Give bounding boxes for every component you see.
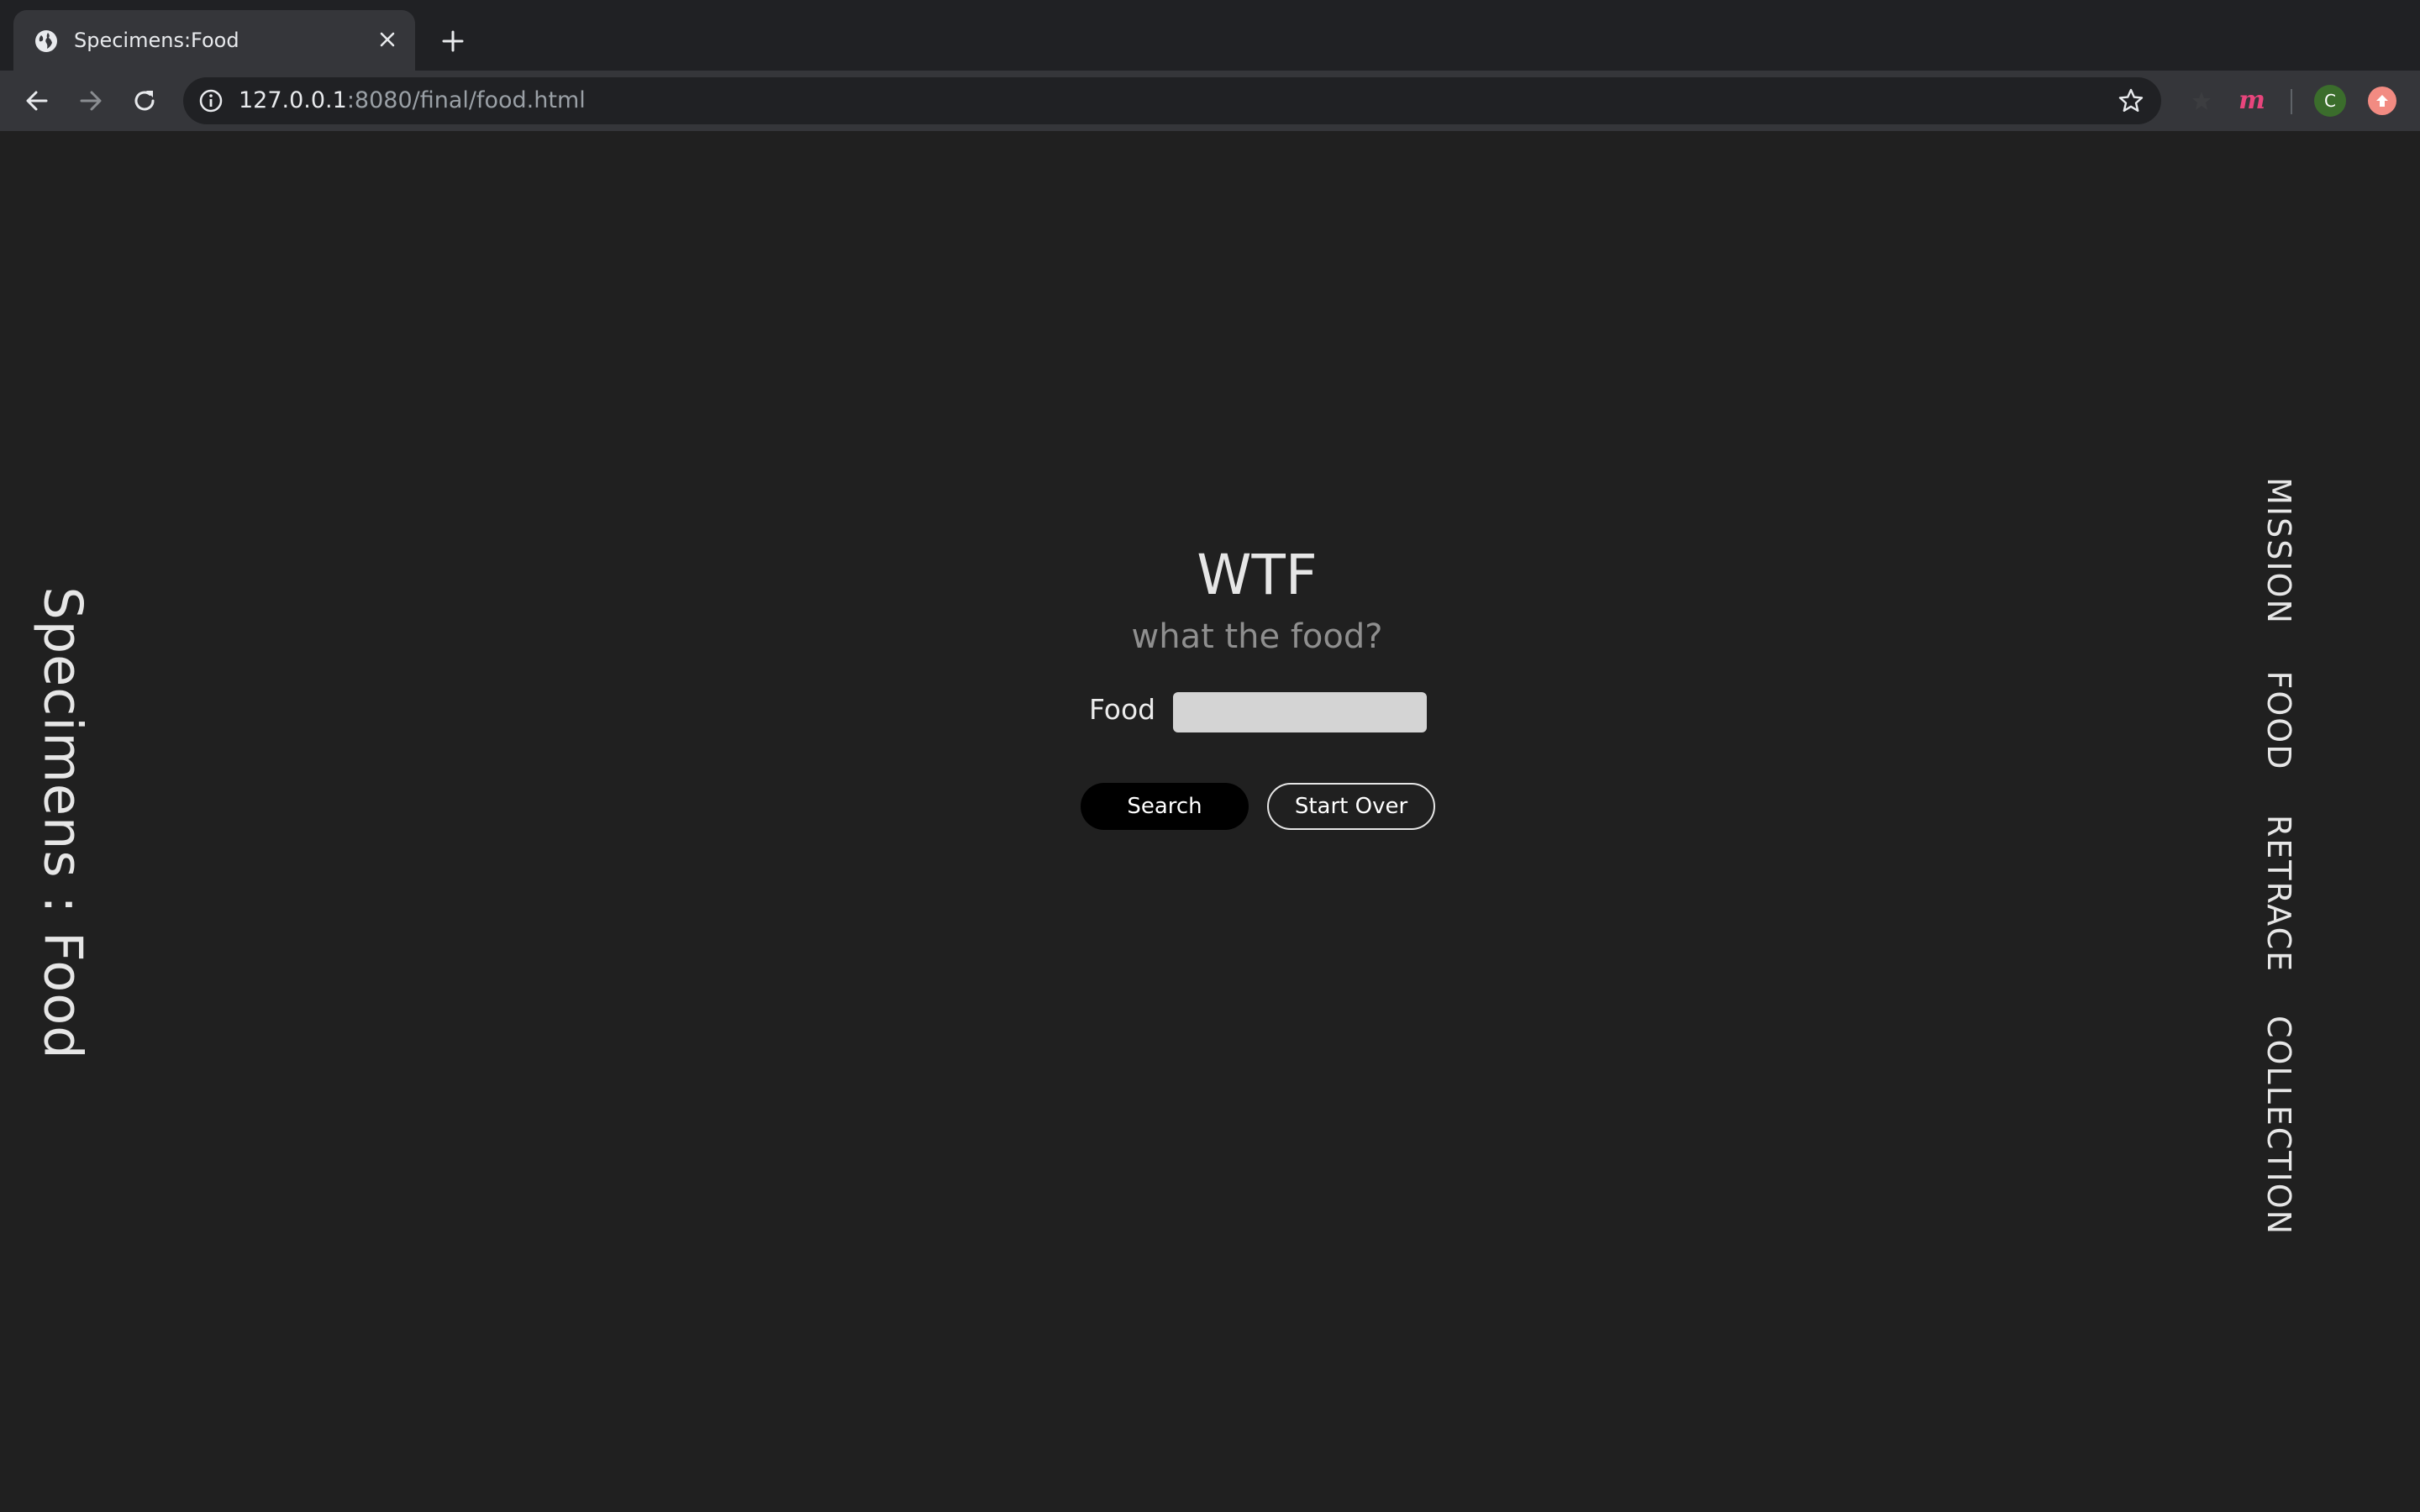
extension-faded-icon[interactable] — [2186, 86, 2217, 116]
url-host: 127.0.0.1 — [239, 87, 347, 113]
nav-link-retrace[interactable]: RETRACE — [2260, 815, 2297, 973]
m-extension-icon[interactable]: m — [2237, 86, 2267, 116]
arrow-left-icon[interactable] — [20, 84, 54, 118]
globe-icon — [34, 29, 59, 54]
browser-tab[interactable]: Specimens:Food — [13, 10, 415, 71]
tab-title: Specimens:Food — [74, 29, 239, 52]
plus-icon[interactable] — [437, 25, 469, 57]
search-button[interactable]: Search — [1081, 783, 1249, 830]
arrow-right-icon[interactable] — [74, 84, 108, 118]
reload-icon[interactable] — [128, 84, 161, 118]
update-icon[interactable] — [2368, 87, 2396, 115]
start-over-button[interactable]: Start Over — [1267, 783, 1435, 830]
url-text: 127.0.0.1:8080/final/food.html — [239, 87, 586, 114]
food-label: Food — [1089, 693, 1156, 726]
nav-link-food[interactable]: FOOD — [2260, 671, 2297, 771]
svg-text:m: m — [2238, 86, 2265, 115]
toolbar-divider — [2291, 89, 2292, 114]
browser-toolbar: 127.0.0.1:8080/final/food.html m — [0, 71, 2420, 131]
profile-avatar[interactable]: C — [2314, 85, 2346, 117]
info-icon[interactable] — [198, 88, 224, 113]
nav-link-collection[interactable]: COLLECTION — [2260, 1016, 2297, 1236]
browser-tab-bar: Specimens:Food — [0, 0, 2420, 71]
url-path: :8080/final/food.html — [346, 87, 586, 113]
page-title: WTF — [1197, 543, 1318, 607]
address-bar[interactable]: 127.0.0.1:8080/final/food.html — [183, 77, 2161, 124]
page-subtitle: what the food? — [1131, 617, 1383, 656]
close-icon[interactable] — [375, 27, 400, 52]
star-icon[interactable] — [2118, 87, 2144, 114]
food-input[interactable] — [1173, 692, 1427, 732]
nav-link-mission[interactable]: MISSION — [2260, 477, 2297, 625]
